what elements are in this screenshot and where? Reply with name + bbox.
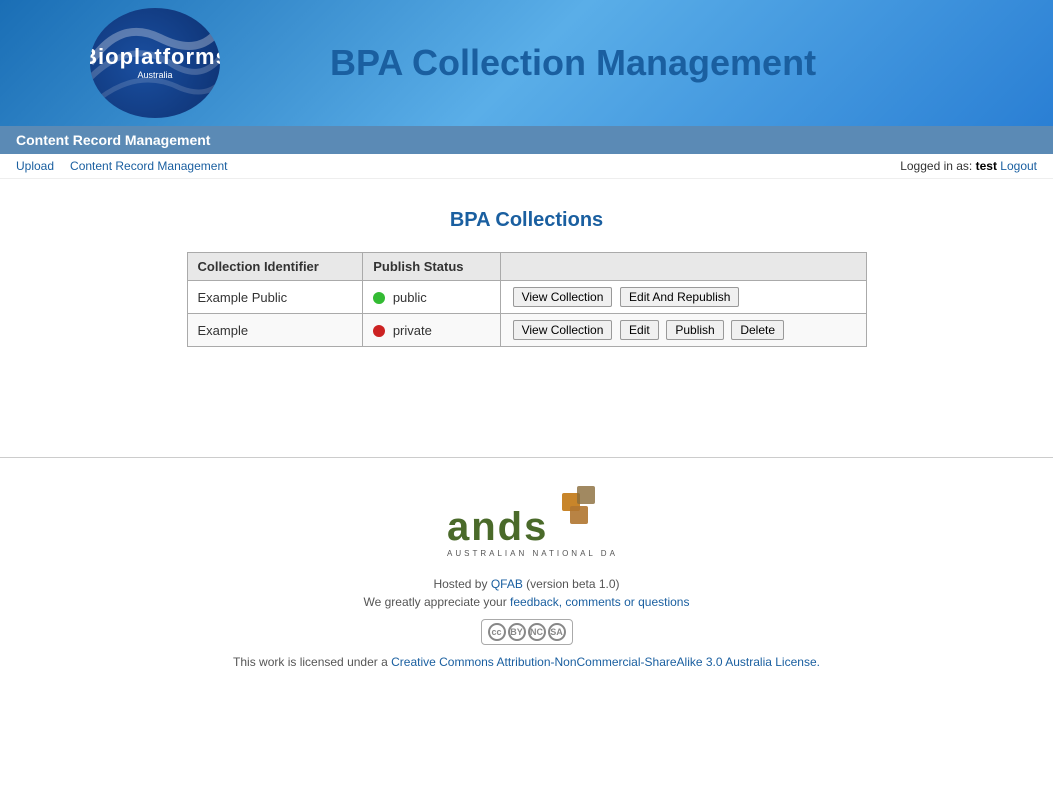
row2-actions: View Collection Edit Publish Delete xyxy=(500,314,866,347)
breadcrumb-left: Upload Content Record Management xyxy=(16,159,227,173)
username-display: test xyxy=(976,159,997,173)
main-content: BPA Collections Collection Identifier Pu… xyxy=(0,179,1053,377)
collections-tbody: Example Public public View Collection Ed… xyxy=(187,281,866,347)
logo-full-text: Australia xyxy=(137,70,172,82)
svg-text:ands: ands xyxy=(447,505,548,549)
nc-icon: NC xyxy=(528,623,546,641)
site-title: BPA Collection Management xyxy=(330,42,816,84)
publish-button-2[interactable]: Publish xyxy=(666,320,723,340)
license-text: This work is licensed under a Creative C… xyxy=(20,655,1033,669)
delete-button-2[interactable]: Delete xyxy=(731,320,784,340)
appreciate-text: We greatly appreciate your feedback, com… xyxy=(20,595,1033,609)
row1-status: public xyxy=(363,281,500,314)
cc-icon: cc xyxy=(488,623,506,641)
collections-table: Collection Identifier Publish Status Exa… xyxy=(187,252,867,347)
status-dot-green xyxy=(373,292,385,304)
row2-status: private xyxy=(363,314,500,347)
col-actions xyxy=(500,253,866,281)
table-row: Example private View Collection Edit Pub… xyxy=(187,314,866,347)
row1-actions: View Collection Edit And Republish xyxy=(500,281,866,314)
table-header-row: Collection Identifier Publish Status xyxy=(187,253,866,281)
site-header: Bioplatforms Australia BPA Collection Ma… xyxy=(0,0,1053,126)
nav-bar: Content Record Management xyxy=(0,126,1053,154)
sa-icon: SA xyxy=(548,623,566,641)
page-title: BPA Collections xyxy=(20,209,1033,232)
svg-text:AUSTRALIAN NATIONAL DATA SERVI: AUSTRALIAN NATIONAL DATA SERVICE xyxy=(447,549,617,558)
logo-bpa-text: Bioplatforms xyxy=(90,44,220,70)
row1-status-label: public xyxy=(393,290,427,305)
content-record-link[interactable]: Content Record Management xyxy=(70,159,227,173)
col-identifier: Collection Identifier xyxy=(187,253,363,281)
logo-area: Bioplatforms Australia xyxy=(20,8,290,118)
row2-identifier: Example xyxy=(187,314,363,347)
status-dot-red xyxy=(373,325,385,337)
col-status: Publish Status xyxy=(363,253,500,281)
upload-link[interactable]: Upload xyxy=(16,159,54,173)
view-collection-button-1[interactable]: View Collection xyxy=(513,287,613,307)
qfab-link[interactable]: QFAB xyxy=(491,577,523,591)
footer: ands AUSTRALIAN NATIONAL DATA SERVICE Ho… xyxy=(0,457,1053,693)
logo-circle: Bioplatforms Australia xyxy=(90,8,220,118)
view-collection-button-2[interactable]: View Collection xyxy=(513,320,613,340)
breadcrumb: Upload Content Record Management Logged … xyxy=(0,154,1053,179)
table-row: Example Public public View Collection Ed… xyxy=(187,281,866,314)
logout-link[interactable]: Logout xyxy=(1000,159,1037,173)
ands-logo: ands AUSTRALIAN NATIONAL DATA SERVICE xyxy=(20,478,1033,565)
logged-in-area: Logged in as: test Logout xyxy=(900,159,1037,173)
hosted-by-text: Hosted by QFAB (version beta 1.0) xyxy=(20,577,1033,591)
license-link[interactable]: Creative Commons Attribution-NonCommerci… xyxy=(391,655,820,669)
by-icon: BY xyxy=(508,623,526,641)
row1-identifier: Example Public xyxy=(187,281,363,314)
nav-title: Content Record Management xyxy=(16,132,210,148)
edit-button-2[interactable]: Edit xyxy=(620,320,659,340)
logged-in-prefix: Logged in as: xyxy=(900,159,972,173)
table-head: Collection Identifier Publish Status xyxy=(187,253,866,281)
feedback-link[interactable]: feedback, comments or questions xyxy=(510,595,689,609)
cc-license-icons: cc BY NC SA xyxy=(481,619,573,645)
edit-republish-button-1[interactable]: Edit And Republish xyxy=(620,287,739,307)
row2-status-label: private xyxy=(393,323,432,338)
